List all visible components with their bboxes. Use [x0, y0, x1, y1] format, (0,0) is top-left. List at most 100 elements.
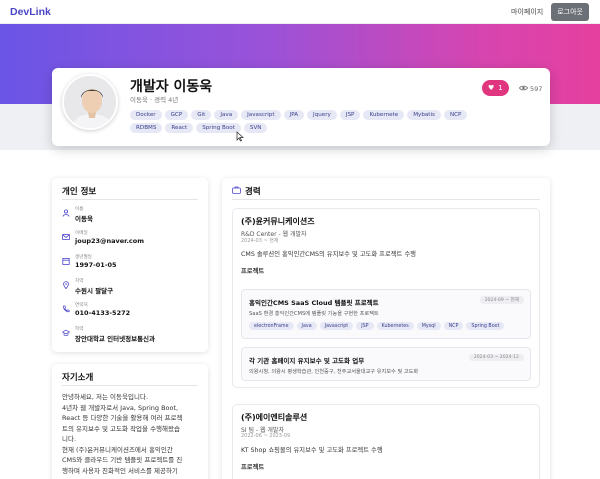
- view-count-value: 597: [530, 85, 543, 93]
- project-tag: electronFrame: [249, 322, 294, 330]
- view-count: 597: [519, 85, 542, 93]
- project-tag: NCP: [443, 322, 464, 330]
- info-label: 연락처: [75, 303, 88, 308]
- project-name: 홍익인간CMS SaaS Cloud 템플릿 프로젝트: [249, 299, 379, 307]
- info-value: joup23@naver.com: [75, 237, 145, 245]
- like-button[interactable]: ♥ 1: [482, 80, 509, 96]
- calendar-icon: [62, 257, 70, 265]
- top-nav: DevLink 마이페이지 로그아웃: [0, 0, 600, 24]
- company-name: (주)윤커뮤니케이션즈: [241, 217, 315, 226]
- company-date: 2024-03 ~ 현재: [241, 238, 279, 244]
- mypage-link[interactable]: 마이페이지: [511, 7, 543, 17]
- project-desc: SaaS 환경 홍익인간CMS에 템플릿 기능을 구현한 프로젝트: [249, 311, 379, 317]
- career-title-text: 경력: [245, 187, 261, 197]
- info-value: 이동욱: [75, 215, 93, 223]
- skill-tag: Kubernete: [363, 110, 405, 120]
- info-label: 지역: [75, 279, 84, 284]
- brand-logo[interactable]: DevLink: [10, 6, 51, 18]
- skill-tag: Java: [214, 110, 239, 120]
- skill-tag: NCP: [443, 110, 468, 120]
- info-label: 이메일: [75, 231, 88, 236]
- info-row-phone: 연락처 010-4133-5272: [62, 302, 130, 317]
- profile-subtitle: 이동욱 · 경력 4년: [130, 96, 179, 104]
- eye-icon: [519, 85, 528, 93]
- divider: [62, 199, 198, 200]
- info-row-name: 이름이동욱: [62, 206, 93, 223]
- avatar: [62, 74, 118, 130]
- intro-line: CMS와 클라우드 기반 템플릿 프로젝트를 진: [62, 456, 183, 464]
- project-entry: 홍익인간CMS SaaS Cloud 템플릿 프로젝트 2024-09 ~ 현재…: [241, 289, 531, 339]
- project-name: 각 기관 홈페이지 유지보수 및 고도화 업무: [249, 357, 365, 365]
- company-desc: CMS 솔루션인 홍익인간CMS의 유지보수 및 고도화 프로젝트 수행: [241, 251, 416, 258]
- info-value: 010-4133-5272: [75, 309, 131, 317]
- divider: [62, 385, 198, 386]
- info-row-birth: 생년월일 1997-01-05: [62, 254, 117, 269]
- project-tags: electronFrame Java Javascript JSP Kubern…: [249, 322, 505, 330]
- heart-icon: ♥: [488, 84, 495, 92]
- project-tag: Java: [296, 322, 317, 330]
- intro-text: 안녕하세요, 저는 이동욱입니다. 4년차 웹 개발자로서 Java, Spri…: [62, 392, 200, 476]
- info-row-email: 이메일 joup23@naver.com: [62, 230, 144, 245]
- info-label: 생년월일: [75, 255, 92, 260]
- nav-right: 마이페이지 로그아웃: [511, 2, 589, 21]
- project-tag: Mysql: [416, 322, 441, 330]
- logout-button[interactable]: 로그아웃: [551, 2, 589, 21]
- projects-label: 프로젝트: [241, 268, 265, 275]
- skill-tag: Jquery: [307, 110, 337, 120]
- skill-tag: Git: [191, 110, 212, 120]
- project-entry: 각 기관 홈페이지 유지보수 및 고도화 업무 2024-03 ~ 2024-1…: [241, 347, 531, 381]
- info-label: 학력: [75, 327, 84, 332]
- skill-tag: RDBMS: [130, 123, 163, 133]
- info-value: 장안대학교 인터넷정보통신과: [75, 335, 156, 343]
- info-row-education: 학력장안대학교 인터넷정보통신과: [61, 326, 156, 343]
- info-label: 이름: [75, 207, 84, 212]
- intro-card: 자기소개 안녕하세요, 저는 이동욱입니다. 4년차 웹 개발자로서 Java,…: [52, 364, 208, 479]
- company-entry: (주)윤커뮤니케이션즈 R&D Center - 웹 개발자 2024-03 ~…: [232, 208, 540, 388]
- person-icon: [62, 209, 70, 217]
- intro-line: React 등 다양한 기술을 활용해 여러 프로젝: [62, 414, 183, 422]
- skill-tag: React: [165, 123, 194, 133]
- intro-title: 자기소개: [62, 373, 94, 383]
- intro-line: 4년차 웹 개발자로서 Java, Spring Boot,: [62, 403, 179, 412]
- skill-tag: JPA: [283, 110, 305, 120]
- location-icon: [62, 281, 70, 290]
- personal-info-card: 개인 정보 이름이동욱 이메일 joup23@naver.com 생년월일 1997…: [52, 178, 208, 352]
- skill-tag: Spring Boot: [196, 123, 241, 133]
- skill-tags: Docker GCP Git Java Javascript JPA Jquer…: [130, 110, 470, 133]
- skill-tag: SVN: [243, 123, 268, 133]
- skill-tag: GCP: [164, 110, 189, 120]
- company-desc: KT Shop 쇼핑몰의 유지보수 및 고도화 프로젝트 수행: [241, 447, 383, 454]
- skill-tag: JSP: [339, 110, 361, 120]
- divider: [232, 199, 540, 200]
- info-row-location: 지역 수원시 팔달구: [62, 278, 113, 295]
- skill-tag: Javascript: [241, 110, 281, 120]
- mail-icon: [62, 233, 70, 241]
- projects-label: 프로젝트: [241, 464, 265, 471]
- mouse-cursor-icon: [236, 131, 244, 145]
- intro-line: 현재 (주)윤커뮤니케이션즈에서 홍익인간: [62, 445, 173, 454]
- career-title: 경력: [232, 185, 261, 197]
- project-tag: JSP: [356, 322, 374, 330]
- briefcase-icon: [232, 186, 241, 197]
- phone-icon: [62, 305, 70, 313]
- intro-line: 행하며 사용자 친화적인 서비스를 제공하기: [62, 466, 178, 475]
- personal-info-title: 개인 정보: [62, 187, 97, 197]
- intro-line: 니다.: [62, 435, 77, 443]
- profile-name: 개발자 이동욱: [130, 79, 213, 95]
- project-tag: Spring Boot: [466, 322, 505, 330]
- project-tag: Javascript: [319, 322, 354, 330]
- school-icon: [61, 329, 71, 337]
- info-value: 1997-01-05: [75, 261, 117, 269]
- project-desc: 의왕시청, 의왕시 평생학습관, 인천중구, 천주교서울대교구 유지보수 및 고…: [249, 369, 419, 375]
- company-name: (주)에이엔티솔루션: [241, 413, 308, 422]
- intro-line: 트의 유지보수 및 고도화 작업을 수행해왔습: [62, 424, 180, 433]
- project-date: 2024-09 ~ 현재: [479, 296, 524, 304]
- like-count: 1: [498, 84, 503, 92]
- project-tag: Kubernetes: [376, 322, 414, 330]
- project-date: 2024-03 ~ 2024-12: [468, 354, 524, 361]
- company-entry: (주)에이엔티솔루션 SI 팀 - 웹 개발자 2022-06 ~ 2023-0…: [232, 404, 540, 479]
- career-card: 경력 (주)윤커뮤니케이션즈 R&D Center - 웹 개발자 2024-0…: [222, 178, 550, 479]
- skill-tag: Mybatis: [407, 110, 441, 120]
- profile-card: 개발자 이동욱 이동욱 · 경력 4년 Docker GCP Git Java …: [52, 68, 550, 146]
- company-date: 2022-06 ~ 2023-09: [241, 433, 291, 439]
